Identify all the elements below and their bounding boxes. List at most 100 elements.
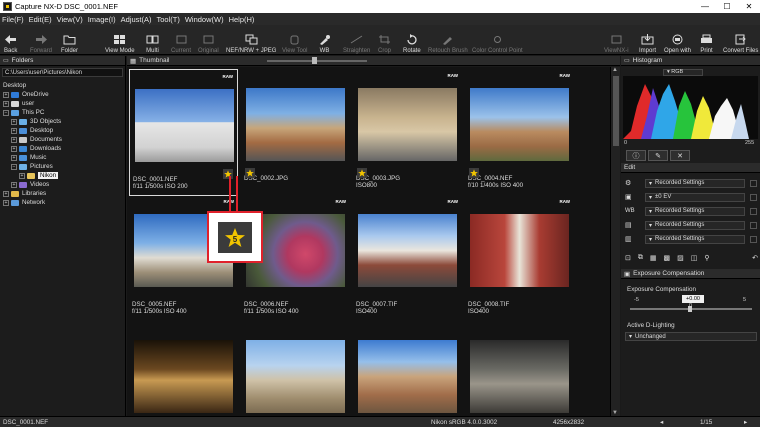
original-button[interactable]: Original: [198, 27, 219, 54]
edit-row-lens[interactable]: ▥ ▾ Recorded Settings: [625, 234, 758, 244]
tree-item-network[interactable]: + Network: [3, 198, 45, 207]
tab-tools[interactable]: ✕: [670, 150, 690, 161]
edit-checkbox[interactable]: [750, 193, 757, 201]
folder-button[interactable]: Folder: [61, 27, 78, 54]
rotate-button[interactable]: Rotate: [403, 27, 421, 54]
exposure-slider[interactable]: [630, 306, 752, 312]
star-label-icon[interactable]: [357, 168, 367, 178]
back-button[interactable]: Back: [4, 27, 17, 54]
print-button[interactable]: Print: [700, 27, 713, 54]
copy-icon[interactable]: ⧉: [638, 254, 643, 262]
menu-image[interactable]: Image(I): [88, 15, 116, 24]
tree-item-documents[interactable]: + Documents: [11, 135, 62, 144]
exposure-slider-handle[interactable]: [688, 306, 692, 312]
thumbnail-item[interactable]: DSC_0002.JPG: [241, 69, 350, 196]
thumbnail-item[interactable]: [129, 321, 238, 427]
color-control-point-button[interactable]: Color Control Point: [472, 27, 523, 54]
edit-row-exposure[interactable]: ▣ ▾ ±0 EV: [625, 192, 758, 202]
thumbnail-size-slider[interactable]: [267, 57, 367, 64]
star-label-icon[interactable]: [245, 168, 255, 178]
tree-item-user[interactable]: + user: [3, 99, 34, 108]
convert-files-button[interactable]: Convert Files: [723, 27, 758, 54]
folders-header[interactable]: ▭ Folders: [0, 56, 125, 66]
edit-checkbox[interactable]: [750, 207, 757, 215]
tree-item-music[interactable]: + Music: [11, 153, 46, 162]
histogram-header[interactable]: ▭ Histogram: [621, 56, 760, 66]
edit-row-tone[interactable]: ▤ ▾ Recorded Settings: [625, 220, 758, 230]
tree-item-this-pc[interactable]: − This PC: [3, 108, 44, 117]
undo-icon[interactable]: ↶: [752, 254, 758, 262]
retouch-brush-button[interactable]: Retouch Brush: [428, 27, 468, 54]
thumbnail-scrollbar[interactable]: ▲ ▼: [610, 67, 620, 416]
tree-item-downloads[interactable]: + Downloads: [11, 144, 61, 153]
tree-item-3d-objects[interactable]: +3D Objects: [11, 117, 61, 126]
open-with-button[interactable]: Open with: [664, 27, 691, 54]
dlighting-select[interactable]: ▾ Unchanged: [625, 332, 757, 341]
picture-control-select[interactable]: ▾ Recorded Settings: [645, 178, 745, 188]
minimize-button[interactable]: —: [694, 0, 716, 13]
maximize-button[interactable]: ☐: [716, 0, 738, 13]
tree-item-desktop[interactable]: Desktop: [3, 81, 26, 90]
thumbnail-item[interactable]: [465, 321, 574, 427]
scroll-up-icon[interactable]: ▲: [612, 67, 618, 73]
crop-button[interactable]: Crop: [378, 27, 391, 54]
nef-jpeg-button[interactable]: NEF/NRW + JPEG: [226, 27, 276, 54]
import-button[interactable]: Import: [639, 27, 656, 54]
wb-select[interactable]: ▾ Recorded Settings: [645, 206, 745, 216]
edit-row-wb[interactable]: WB ▾ Recorded Settings: [625, 206, 758, 216]
forward-button[interactable]: Forward: [30, 27, 52, 54]
exposure-value-box[interactable]: +0.00: [682, 295, 704, 303]
thumbnail-item[interactable]: RAW DSC_0008.TIF ISO400: [465, 195, 574, 322]
edit-row-picture-control[interactable]: ⚙ ▾ Recorded Settings: [625, 178, 758, 188]
menu-view[interactable]: View(V): [57, 15, 83, 24]
tree-item-desktop-pc[interactable]: + Desktop: [11, 126, 53, 135]
current-button[interactable]: Current: [171, 27, 191, 54]
view-mode-button[interactable]: View Mode: [105, 27, 135, 54]
edit-checkbox[interactable]: [750, 221, 757, 229]
scrollbar-thumb[interactable]: [613, 76, 619, 146]
load-icon[interactable]: ▨: [677, 254, 684, 262]
next-page-icon[interactable]: ▸: [744, 419, 747, 426]
menu-edit[interactable]: Edit(E): [29, 15, 52, 24]
menu-file[interactable]: File(F): [2, 15, 24, 24]
tree-item-libraries[interactable]: + Libraries: [3, 189, 46, 198]
menu-help[interactable]: Help(H): [229, 15, 255, 24]
tab-edit[interactable]: ✎: [648, 150, 668, 161]
channel-select[interactable]: ▾ RGB: [663, 68, 703, 76]
thumbnail-item[interactable]: RAW DSC_0004.NEF f/10 1/400s ISO 400: [465, 69, 574, 196]
star-label-icon[interactable]: [469, 168, 479, 178]
edit-header[interactable]: Edit: [621, 163, 760, 173]
wb-button[interactable]: WB: [318, 27, 331, 54]
slider-handle[interactable]: [312, 57, 317, 64]
tree-item-pictures[interactable]: − Pictures: [11, 162, 53, 171]
menu-tool[interactable]: Tool(T): [157, 15, 180, 24]
thumbnail-item[interactable]: [353, 321, 462, 427]
prev-page-icon[interactable]: ◂: [660, 419, 663, 426]
save-icon[interactable]: ▩: [664, 254, 671, 262]
menu-adjust[interactable]: Adjust(A): [121, 15, 152, 24]
star-label-icon[interactable]: [223, 169, 233, 179]
tree-item-onedrive[interactable]: + OneDrive: [3, 90, 49, 99]
exposure-header[interactable]: ▣ Exposure Compensation: [621, 269, 760, 279]
paste-icon[interactable]: ▦: [650, 254, 657, 262]
lens-select[interactable]: ▾ Recorded Settings: [645, 234, 745, 244]
thumbnail-item[interactable]: RAW DSC_0007.TIF ISO400: [353, 195, 462, 322]
compare-icon[interactable]: ◫: [691, 254, 698, 262]
thumbnail-item[interactable]: RAW DSC_0003.JPG ISO800: [353, 69, 462, 196]
folder-path-field[interactable]: C:\Users\user\Pictures\Nikon: [2, 68, 123, 77]
straighten-button[interactable]: Straighten: [343, 27, 370, 54]
thumbnail-item[interactable]: RAW DSC_0001.NEF f/11 1/500s ISO 200: [129, 69, 238, 196]
adjust-icon[interactable]: ⚲: [704, 254, 709, 262]
tone-select[interactable]: ▾ Recorded Settings: [645, 220, 745, 230]
view-tool-button[interactable]: View Tool: [282, 27, 307, 54]
viewnx-button[interactable]: ViewNX-i: [604, 27, 629, 54]
menu-window[interactable]: Window(W): [185, 15, 224, 24]
thumbnail-item[interactable]: [241, 321, 350, 427]
exposure-select[interactable]: ▾ ±0 EV: [645, 192, 745, 202]
edit-checkbox[interactable]: [750, 235, 757, 243]
close-button[interactable]: ✕: [738, 0, 760, 13]
tab-info[interactable]: ⓘ: [626, 150, 646, 161]
tree-item-videos[interactable]: + Videos: [11, 180, 49, 189]
tree-item-nikon[interactable]: + Nikon: [19, 171, 59, 180]
crop-tool-icon[interactable]: ⊡: [625, 254, 631, 262]
